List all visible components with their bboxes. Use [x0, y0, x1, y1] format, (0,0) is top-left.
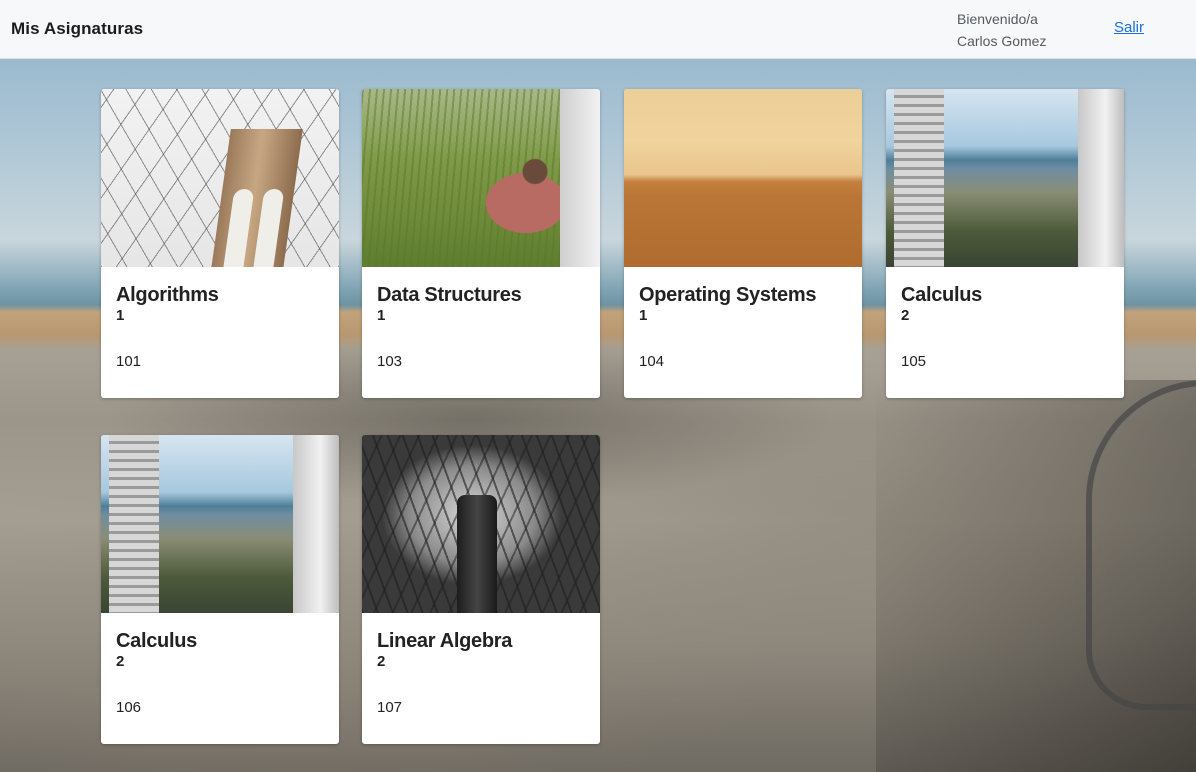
logout-link[interactable]: Salir: [1114, 19, 1144, 36]
course-title: Linear Algebra: [377, 630, 513, 652]
course-semester: 1: [377, 307, 386, 324]
wall-shape: [560, 89, 600, 267]
tree-trunk-shape: [457, 495, 497, 613]
course-semester: 2: [377, 653, 386, 670]
course-semester: 1: [116, 307, 125, 324]
building-left-shape: [894, 89, 944, 267]
course-code: 107: [377, 699, 403, 716]
course-card-linear-algebra[interactable]: Linear Algebra 2 107: [362, 435, 600, 744]
course-semester: 2: [901, 307, 910, 324]
bridge-arch-right: [253, 189, 285, 267]
course-semester: 1: [639, 307, 648, 324]
top-navbar: Mis Asignaturas Bienvenido/a Carlos Gome…: [0, 0, 1196, 59]
course-semester: 2: [116, 653, 125, 670]
course-title: Data Structures: [377, 284, 522, 306]
course-image-coast: [886, 89, 1124, 267]
bridge-tower-shape: [211, 129, 303, 267]
building-right-shape: [293, 435, 339, 613]
course-image-coast: [101, 435, 339, 613]
course-card-calculus-105[interactable]: Calculus 2 105: [886, 89, 1124, 398]
course-title: Calculus: [901, 284, 982, 306]
building-right-shape: [1078, 89, 1124, 267]
page-title: Mis Asignaturas: [11, 19, 144, 38]
course-code: 106: [116, 699, 142, 716]
welcome-greeting: Bienvenido/a: [957, 11, 1038, 27]
course-card-calculus-106[interactable]: Calculus 2 106: [101, 435, 339, 744]
course-code: 101: [116, 353, 142, 370]
course-image-bridge: [101, 89, 339, 267]
course-card-operating-systems[interactable]: Operating Systems 1 104: [624, 89, 862, 398]
building-left-shape: [109, 435, 159, 613]
course-title: Algorithms: [116, 284, 219, 306]
welcome-text: Bienvenido/a Carlos Gomez: [957, 8, 1046, 52]
bridge-arch-left: [223, 189, 255, 267]
card-body: Calculus 2 105: [886, 267, 1124, 370]
course-card-algorithms[interactable]: Algorithms 1 101: [101, 89, 339, 398]
card-body: Linear Algebra 2 107: [362, 613, 600, 716]
course-code: 103: [377, 353, 403, 370]
course-title: Calculus: [116, 630, 197, 652]
card-body: Data Structures 1 103: [362, 267, 600, 370]
person-shape: [472, 149, 562, 239]
course-code: 104: [639, 353, 665, 370]
course-code: 105: [901, 353, 927, 370]
course-image-trees: [362, 435, 600, 613]
course-title: Operating Systems: [639, 284, 817, 306]
course-image-desert: [624, 89, 862, 267]
card-body: Algorithms 1 101: [101, 267, 339, 370]
card-body: Operating Systems 1 104: [624, 267, 862, 370]
course-card-data-structures[interactable]: Data Structures 1 103: [362, 89, 600, 398]
course-image-grass: [362, 89, 600, 267]
user-name: Carlos Gomez: [957, 33, 1047, 49]
card-body: Calculus 2 106: [101, 613, 339, 716]
